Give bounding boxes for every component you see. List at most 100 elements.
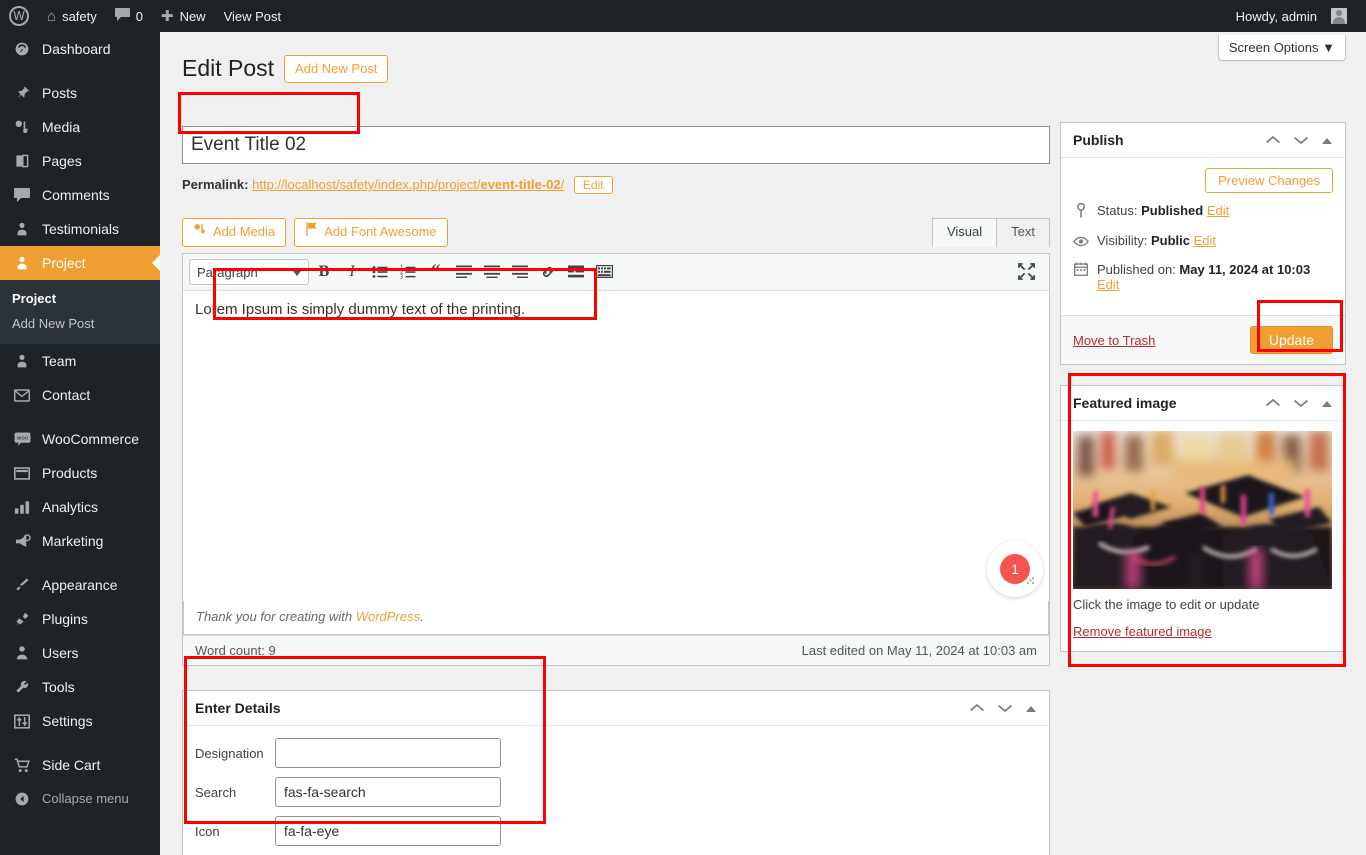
remove-featured-image-link[interactable]: Remove featured image	[1073, 624, 1333, 639]
tab-visual[interactable]: Visual	[931, 218, 998, 247]
new-label: New	[179, 8, 206, 24]
sidebar-item-side-cart[interactable]: Side Cart	[0, 748, 160, 782]
search-input[interactable]	[275, 777, 501, 807]
sidebar-subitem-project[interactable]: Project	[0, 286, 160, 311]
permalink-link[interactable]: http://localhost/safety/index.php/projec…	[252, 177, 564, 192]
move-down-icon[interactable]	[1293, 397, 1309, 410]
sidebar-item-label: Team	[42, 353, 77, 369]
move-up-icon[interactable]	[1265, 134, 1281, 147]
publish-handle-actions	[1265, 134, 1333, 147]
sidebar-item-marketing[interactable]: Marketing	[0, 524, 160, 558]
add-font-awesome-button[interactable]: Add Font Awesome	[294, 218, 448, 247]
calendar-icon	[1073, 262, 1089, 280]
new-content-menu[interactable]: ✚ New	[152, 0, 215, 32]
view-post-link[interactable]: View Post	[215, 0, 291, 32]
published-on-row: Published on: May 11, 2024 at 10:03 Edit	[1073, 262, 1333, 292]
collapse-arrow-icon	[12, 791, 32, 807]
wrench-icon	[12, 679, 32, 695]
sidebar-subitem-add-new-post[interactable]: Add New Post	[0, 311, 160, 336]
sidebar-item-label: Comments	[42, 187, 110, 203]
move-to-trash-link[interactable]: Move to Trash	[1073, 333, 1155, 348]
resize-handle-icon[interactable]	[1025, 574, 1037, 591]
edit-published-link[interactable]: Edit	[1097, 277, 1119, 292]
word-count: Word count: 9	[195, 642, 276, 658]
featured-image-thumbnail[interactable]	[1073, 431, 1332, 590]
numbered-list-icon[interactable]: 123	[395, 259, 421, 285]
move-up-icon[interactable]	[1265, 397, 1281, 410]
insert-link-icon[interactable]	[535, 259, 561, 285]
comments-menu[interactable]: 0	[106, 0, 152, 32]
align-left-icon[interactable]	[451, 259, 477, 285]
sidebar-item-products[interactable]: Products	[0, 456, 160, 490]
add-media-button[interactable]: Add Media	[182, 218, 287, 247]
toggle-panel-icon[interactable]	[1025, 702, 1037, 715]
toggle-panel-icon[interactable]	[1321, 134, 1333, 147]
fullscreen-icon[interactable]	[1013, 259, 1039, 285]
align-center-icon[interactable]	[479, 259, 505, 285]
pin-status-icon	[1073, 202, 1089, 222]
metabox-title: Enter Details	[195, 700, 281, 716]
sidebar-item-settings[interactable]: Settings	[0, 704, 160, 738]
icon-input[interactable]	[275, 816, 501, 846]
sidebar-item-media[interactable]: Media	[0, 110, 160, 144]
woocommerce-icon: woo	[12, 431, 32, 447]
editor-content-area[interactable]: Lorem Ipsum is simply dummy text of the …	[183, 291, 1049, 601]
wordpress-link[interactable]: WordPress	[356, 609, 420, 624]
read-more-icon[interactable]	[563, 259, 589, 285]
designation-input[interactable]	[275, 738, 501, 768]
sidebar-item-comments[interactable]: Comments	[0, 178, 160, 212]
add-font-awesome-label: Add Font Awesome	[324, 224, 437, 239]
paintbrush-icon	[12, 577, 32, 593]
tab-text[interactable]: Text	[996, 218, 1050, 247]
site-name-menu[interactable]: ⌂ safety	[38, 0, 106, 32]
edit-status-link[interactable]: Edit	[1207, 203, 1229, 218]
toggle-panel-icon[interactable]	[1321, 397, 1333, 410]
sidebar-item-dashboard[interactable]: Dashboard	[0, 32, 160, 66]
sidebar-item-posts[interactable]: Posts	[0, 76, 160, 110]
collapse-menu-button[interactable]: Collapse menu	[0, 782, 160, 816]
edit-permalink-button[interactable]: Edit	[573, 176, 613, 194]
flag-icon	[305, 222, 318, 243]
visibility-text: Visibility: Public Edit	[1097, 233, 1216, 248]
sidebar-item-appearance[interactable]: Appearance	[0, 568, 160, 602]
permalink-prefix: http://localhost/safety/index.php/projec…	[252, 177, 481, 192]
notification-badge-container[interactable]: 1	[987, 540, 1043, 597]
sidebar-item-pages[interactable]: Pages	[0, 144, 160, 178]
field-row-icon: Icon	[195, 816, 1037, 846]
misspelled-word: of	[430, 300, 443, 320]
media-buttons: Add Media Add Font Awesome Visual Text	[182, 218, 1050, 253]
sidebar-item-team[interactable]: Team	[0, 344, 160, 378]
sidebar-item-label: Dashboard	[42, 41, 111, 57]
post-title-input[interactable]	[183, 127, 1049, 163]
paragraph-format-select[interactable]: Paragraph	[189, 258, 309, 285]
preview-changes-button[interactable]: Preview Changes	[1205, 168, 1333, 193]
status-text: Status: Published Edit	[1097, 203, 1229, 218]
sidebar-item-contact[interactable]: Contact	[0, 378, 160, 412]
toolbar-toggle-icon[interactable]	[591, 259, 617, 285]
move-down-icon[interactable]	[1293, 134, 1309, 147]
italic-icon[interactable]: I	[339, 259, 365, 285]
bulleted-list-icon[interactable]	[367, 259, 393, 285]
sidebar-item-plugins[interactable]: Plugins	[0, 602, 160, 636]
my-account-menu[interactable]: Howdy, admin	[1227, 0, 1356, 32]
user-icon	[12, 221, 32, 237]
update-button[interactable]: Update	[1249, 326, 1333, 355]
sidebar-item-analytics[interactable]: Analytics	[0, 490, 160, 524]
sidebar-item-project[interactable]: Project	[0, 246, 160, 280]
align-right-icon[interactable]	[507, 259, 533, 285]
sidebar-item-tools[interactable]: Tools	[0, 670, 160, 704]
move-up-icon[interactable]	[969, 702, 985, 715]
bold-icon[interactable]: B	[311, 259, 337, 285]
publish-box-footer: Move to Trash Update	[1061, 315, 1345, 365]
edit-visibility-link[interactable]: Edit	[1194, 233, 1216, 248]
sidebar-item-woocommerce[interactable]: woo WooCommerce	[0, 422, 160, 456]
screen-options-button[interactable]: Screen Options ▼	[1217, 35, 1346, 61]
visibility-label: Visibility:	[1097, 233, 1151, 249]
blockquote-icon[interactable]: “	[423, 259, 449, 285]
wordpress-logo-menu[interactable]: W	[0, 0, 38, 32]
sidebar-item-users[interactable]: Users	[0, 636, 160, 670]
status-value: Published	[1141, 203, 1204, 218]
sidebar-item-testimonials[interactable]: Testimonials	[0, 212, 160, 246]
add-new-post-button[interactable]: Add New Post	[284, 54, 389, 84]
move-down-icon[interactable]	[997, 702, 1013, 715]
